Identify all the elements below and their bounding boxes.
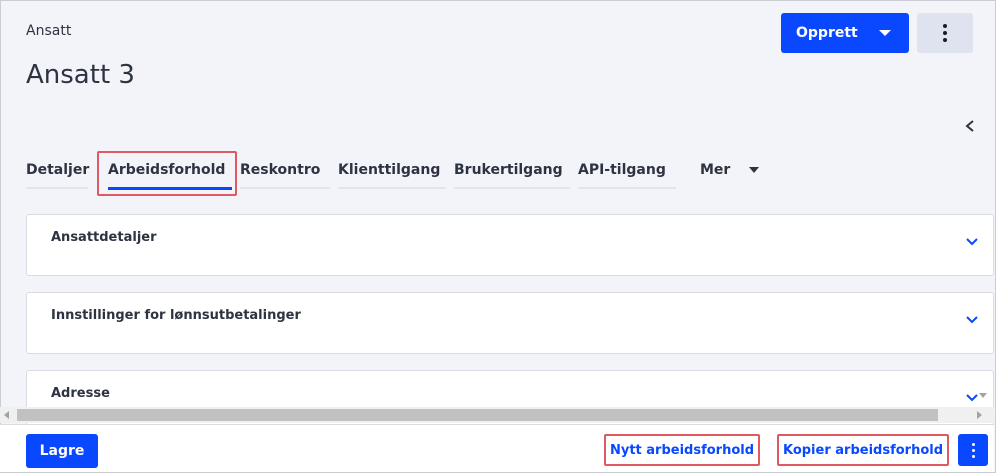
more-actions-button[interactable] — [917, 13, 973, 53]
tab-klienttilgang[interactable]: Klienttilgang — [338, 150, 446, 190]
section-title: Innstillinger for lønnsutbetalinger — [51, 308, 301, 323]
tab-detaljer[interactable]: Detaljer — [26, 150, 89, 190]
save-button[interactable]: Lagre — [26, 434, 98, 468]
horizontal-scrollbar[interactable] — [0, 407, 994, 423]
footer-bar: Lagre Nytt arbeidsforhold Kopier arbeids… — [0, 424, 994, 472]
section-lonnsutbetalinger[interactable]: Innstillinger for lønnsutbetalinger — [26, 292, 994, 354]
tab-brukertilgang[interactable]: Brukertilgang — [454, 150, 570, 190]
chevron-down-icon — [879, 30, 891, 36]
scroll-down-arrow-icon[interactable] — [979, 393, 987, 398]
chevron-down-icon[interactable] — [965, 315, 979, 325]
create-button-label: Opprett — [796, 25, 858, 41]
chevron-down-icon[interactable] — [965, 237, 979, 247]
section-title: Ansattdetaljer — [51, 230, 157, 245]
section-title: Adresse — [51, 386, 110, 401]
copy-employment-button[interactable]: Kopier arbeidsforhold — [777, 434, 949, 466]
tab-api-tilgang[interactable]: API-tilgang — [578, 150, 676, 190]
kebab-menu-icon — [943, 24, 947, 28]
section-ansattdetaljer[interactable]: Ansattdetaljer — [26, 214, 994, 276]
scroll-right-arrow-icon[interactable] — [977, 411, 982, 419]
create-button[interactable]: Opprett — [781, 13, 909, 53]
footer-more-button[interactable] — [958, 434, 988, 466]
tab-arbeidsforhold[interactable]: Arbeidsforhold — [108, 150, 232, 190]
scroll-left-arrow-icon[interactable] — [4, 411, 9, 419]
new-employment-button[interactable]: Nytt arbeidsforhold — [604, 434, 760, 466]
chevron-down-icon[interactable] — [749, 167, 759, 173]
breadcrumb[interactable]: Ansatt — [26, 23, 71, 39]
chevron-down-icon[interactable] — [965, 393, 979, 403]
scrollbar-thumb[interactable] — [17, 409, 938, 421]
page-title: Ansatt 3 — [26, 60, 135, 90]
chevron-left-icon[interactable] — [964, 119, 976, 133]
tab-mer[interactable]: Mer — [700, 150, 770, 190]
tab-reskontro[interactable]: Reskontro — [240, 150, 330, 190]
kebab-menu-icon — [971, 442, 975, 446]
